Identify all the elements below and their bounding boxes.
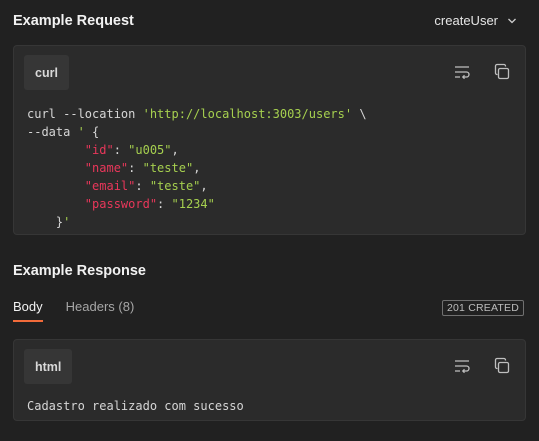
request-section-title: Example Request [13,13,134,29]
response-section-title: Example Response [13,263,146,279]
code-line: "id": "u005", [84,143,179,157]
chevron-down-icon [508,18,516,23]
code-line: "password": "1234" [84,197,215,211]
request-code-block[interactable]: curl --location 'http://localhost:3003/u… [27,105,367,231]
response-tabs: Body Headers (8) [13,299,134,322]
copy-icon[interactable] [493,357,511,375]
request-code-panel: curl curl --location 'http://localhost:3… [13,45,526,235]
language-tag[interactable]: html [24,349,73,384]
code-line: curl --location 'http://localhost:3003/u… [27,107,367,121]
example-selector[interactable]: createUser [434,13,517,28]
code-line: "email": "teste", [84,179,208,193]
example-selector-label: createUser [434,13,498,28]
wrap-lines-icon[interactable] [453,357,471,375]
code-line: "name": "teste", [84,161,201,175]
response-body-text[interactable]: Cadastro realizado com sucesso [27,399,244,413]
tab-body[interactable]: Body [13,299,43,322]
tab-headers[interactable]: Headers (8) [66,299,135,322]
language-tag[interactable]: curl [24,55,69,90]
wrap-lines-icon[interactable] [453,63,471,81]
response-body-panel: html Cadastro realizado com sucesso [13,339,526,421]
code-line: }' [55,215,71,229]
status-badge: 201 CREATED [441,300,524,316]
copy-icon[interactable] [493,63,511,81]
code-line: --data ' { [27,125,100,139]
